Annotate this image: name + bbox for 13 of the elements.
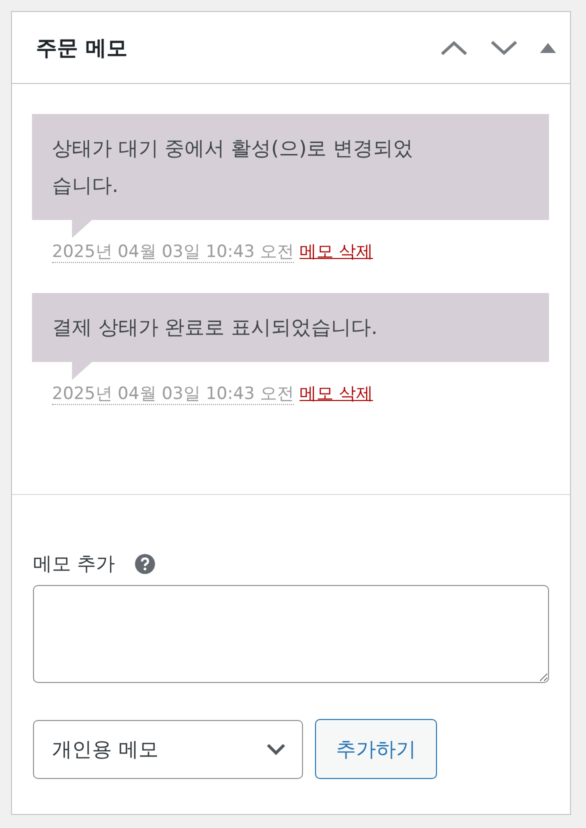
delete-note-link[interactable]: 메모 삭제	[300, 242, 373, 262]
note-date: 2025년 04월 03일 10:43 오전	[52, 242, 294, 263]
panel-title: 주문 메모	[36, 34, 128, 62]
note-text: 결제 상태가 완료로 표시되었습니다.	[52, 314, 378, 341]
add-note-label: 메모 추가	[33, 552, 116, 577]
delete-note-link[interactable]: 메모 삭제	[300, 384, 373, 404]
note-type-dropdown[interactable]: 개인용 메모	[33, 720, 303, 778]
note-date: 2025년 04월 03일 10:43 오전	[52, 384, 294, 405]
add-note-button[interactable]: 추가하기	[315, 719, 437, 779]
note-input-field[interactable]	[33, 585, 549, 683]
chevron-down-icon	[266, 743, 286, 755]
help-icon[interactable]	[135, 554, 156, 574]
note-text: 상태가 대기 중에서 활성(으)로 변경되었습니다.	[52, 135, 414, 199]
